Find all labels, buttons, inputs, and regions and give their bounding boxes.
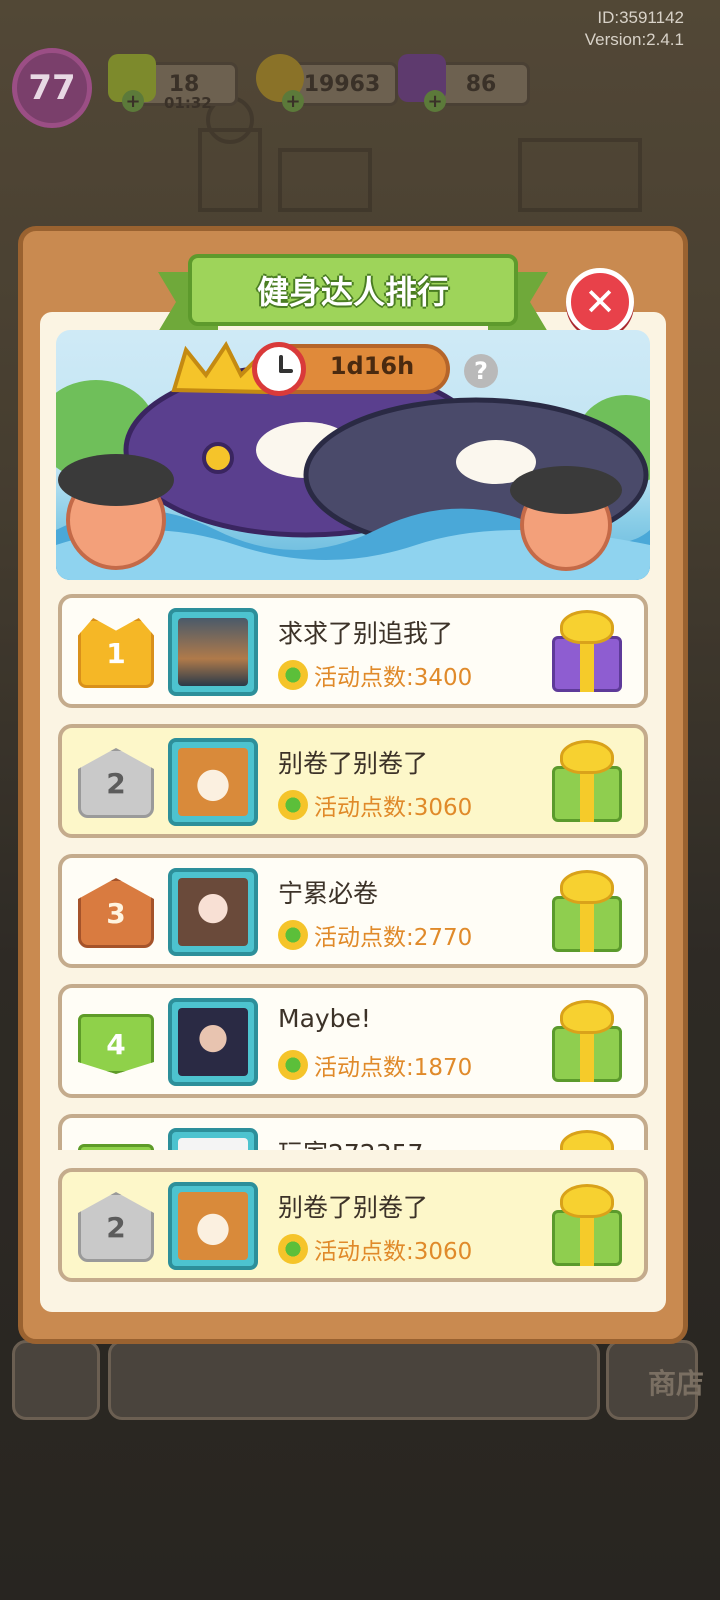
gift-bow bbox=[560, 610, 614, 644]
gift-box-icon[interactable] bbox=[548, 740, 626, 826]
rank-number: 1 bbox=[106, 636, 126, 670]
avatar[interactable] bbox=[168, 1182, 258, 1270]
leaderboard-row[interactable]: 4 Maybe! 活动点数:1870 bbox=[58, 984, 648, 1098]
flower-icon bbox=[278, 1050, 308, 1080]
gem-value: 86 bbox=[465, 71, 497, 97]
flower-icon bbox=[278, 660, 308, 690]
gift-bow bbox=[560, 1184, 614, 1218]
flower-icon bbox=[278, 1234, 308, 1264]
avatar[interactable] bbox=[168, 998, 258, 1086]
help-label: ? bbox=[474, 357, 488, 385]
background-left-button bbox=[12, 1340, 100, 1420]
gift-strap bbox=[580, 766, 594, 822]
rank-badge-bronze: 3 bbox=[78, 878, 154, 948]
gift-bow bbox=[560, 870, 614, 904]
gift-bow bbox=[560, 1000, 614, 1034]
activity-points: 活动点数:3060 bbox=[278, 788, 472, 822]
activity-points: 活动点数:1870 bbox=[278, 1048, 472, 1082]
close-button[interactable]: ✕ bbox=[566, 268, 634, 336]
avatar[interactable] bbox=[168, 868, 258, 956]
player-name: 别卷了别卷了 bbox=[278, 749, 429, 778]
flower-icon bbox=[278, 920, 308, 950]
coin-add-icon[interactable]: + bbox=[282, 90, 304, 112]
gift-bow bbox=[560, 740, 614, 774]
gift-strap bbox=[580, 636, 594, 692]
player-name: 求求了别追我了 bbox=[278, 619, 454, 648]
energy-timer: 01:32 bbox=[164, 94, 212, 112]
rank-number: 4 bbox=[106, 1027, 126, 1061]
leaderboard-row[interactable]: 1 求求了别追我了 活动点数:3400 bbox=[58, 594, 648, 708]
gift-box-icon[interactable] bbox=[548, 1130, 626, 1150]
game-version: Version:2.4.1 bbox=[584, 30, 684, 49]
rank-badge-silver: 2 bbox=[78, 1192, 154, 1262]
gem-add-icon[interactable]: + bbox=[424, 90, 446, 112]
rank-number: 2 bbox=[106, 766, 126, 800]
points-value: 活动点数:1870 bbox=[314, 1055, 473, 1081]
rank-badge-green: 4 bbox=[78, 1014, 154, 1074]
avatar-image bbox=[178, 1008, 248, 1076]
avatar-image bbox=[178, 1138, 248, 1150]
leaderboard-row[interactable]: 3 宁累必卷 活动点数:2770 bbox=[58, 854, 648, 968]
gift-box-icon[interactable] bbox=[548, 610, 626, 696]
gift-box-icon[interactable] bbox=[548, 870, 626, 956]
rank-number: 3 bbox=[106, 896, 126, 930]
gift-strap bbox=[580, 1026, 594, 1082]
coin-value: 19963 bbox=[303, 71, 381, 97]
own-rank-row[interactable]: 2 别卷了别卷了 活动点数:3060 bbox=[58, 1168, 648, 1282]
event-timer: 1d16h bbox=[329, 352, 415, 380]
player-name: 玩家272357 bbox=[278, 1134, 423, 1150]
points-value: 活动点数:3400 bbox=[314, 665, 473, 691]
avatar-image bbox=[178, 748, 248, 816]
flower-icon bbox=[278, 790, 308, 820]
avatar-image bbox=[178, 1192, 248, 1260]
background-middle-bar bbox=[108, 1340, 600, 1420]
gift-strap bbox=[580, 896, 594, 952]
title-ribbon: 健身达人排行 bbox=[188, 254, 518, 326]
level-badge[interactable]: 77 bbox=[12, 48, 92, 128]
leaderboard-row[interactable]: 2 别卷了别卷了 活动点数:3060 bbox=[58, 724, 648, 838]
help-icon[interactable]: ? bbox=[464, 354, 498, 388]
avatar-image bbox=[178, 618, 248, 686]
player-id: ID:3591142 bbox=[597, 8, 684, 27]
gift-strap bbox=[580, 1210, 594, 1266]
gift-box-icon[interactable] bbox=[548, 1000, 626, 1086]
player-name: 宁累必卷 bbox=[278, 879, 379, 908]
rank-number: 2 bbox=[106, 1210, 126, 1244]
activity-points: 活动点数:2770 bbox=[278, 918, 472, 952]
points-value: 活动点数:2770 bbox=[314, 925, 473, 951]
rank-badge-silver: 2 bbox=[78, 748, 154, 818]
gift-bow bbox=[560, 1130, 614, 1150]
clock-icon bbox=[252, 342, 306, 396]
background-shop-label: 商店 bbox=[647, 1367, 704, 1400]
close-icon: ✕ bbox=[584, 280, 616, 324]
points-value: 活动点数:3060 bbox=[314, 1239, 473, 1265]
gem-counter[interactable]: 86 bbox=[432, 62, 530, 106]
rank-badge-green: 5 bbox=[78, 1144, 154, 1150]
avatar[interactable] bbox=[168, 608, 258, 696]
avatar[interactable] bbox=[168, 738, 258, 826]
rank-badge-gold: 1 bbox=[78, 618, 154, 688]
avatar[interactable] bbox=[168, 1128, 258, 1150]
energy-add-icon[interactable]: + bbox=[122, 90, 144, 112]
gift-box-icon[interactable] bbox=[548, 1184, 626, 1270]
panel-title: 健身达人排行 bbox=[256, 273, 449, 311]
energy-value: 18 bbox=[168, 71, 200, 97]
avatar-image bbox=[178, 878, 248, 946]
points-value: 活动点数:3060 bbox=[314, 795, 473, 821]
player-name: 别卷了别卷了 bbox=[278, 1193, 429, 1222]
level-value: 77 bbox=[28, 68, 76, 108]
player-name: Maybe! bbox=[278, 1004, 371, 1033]
leaderboard-list[interactable]: 1 求求了别追我了 活动点数:3400 2 别卷了别卷了 活动点数:3060 3… bbox=[40, 590, 666, 1150]
activity-points: 活动点数:3400 bbox=[278, 658, 472, 692]
activity-points: 活动点数:3060 bbox=[278, 1232, 472, 1266]
leaderboard-row[interactable]: 5 玩家272357 bbox=[58, 1114, 648, 1150]
